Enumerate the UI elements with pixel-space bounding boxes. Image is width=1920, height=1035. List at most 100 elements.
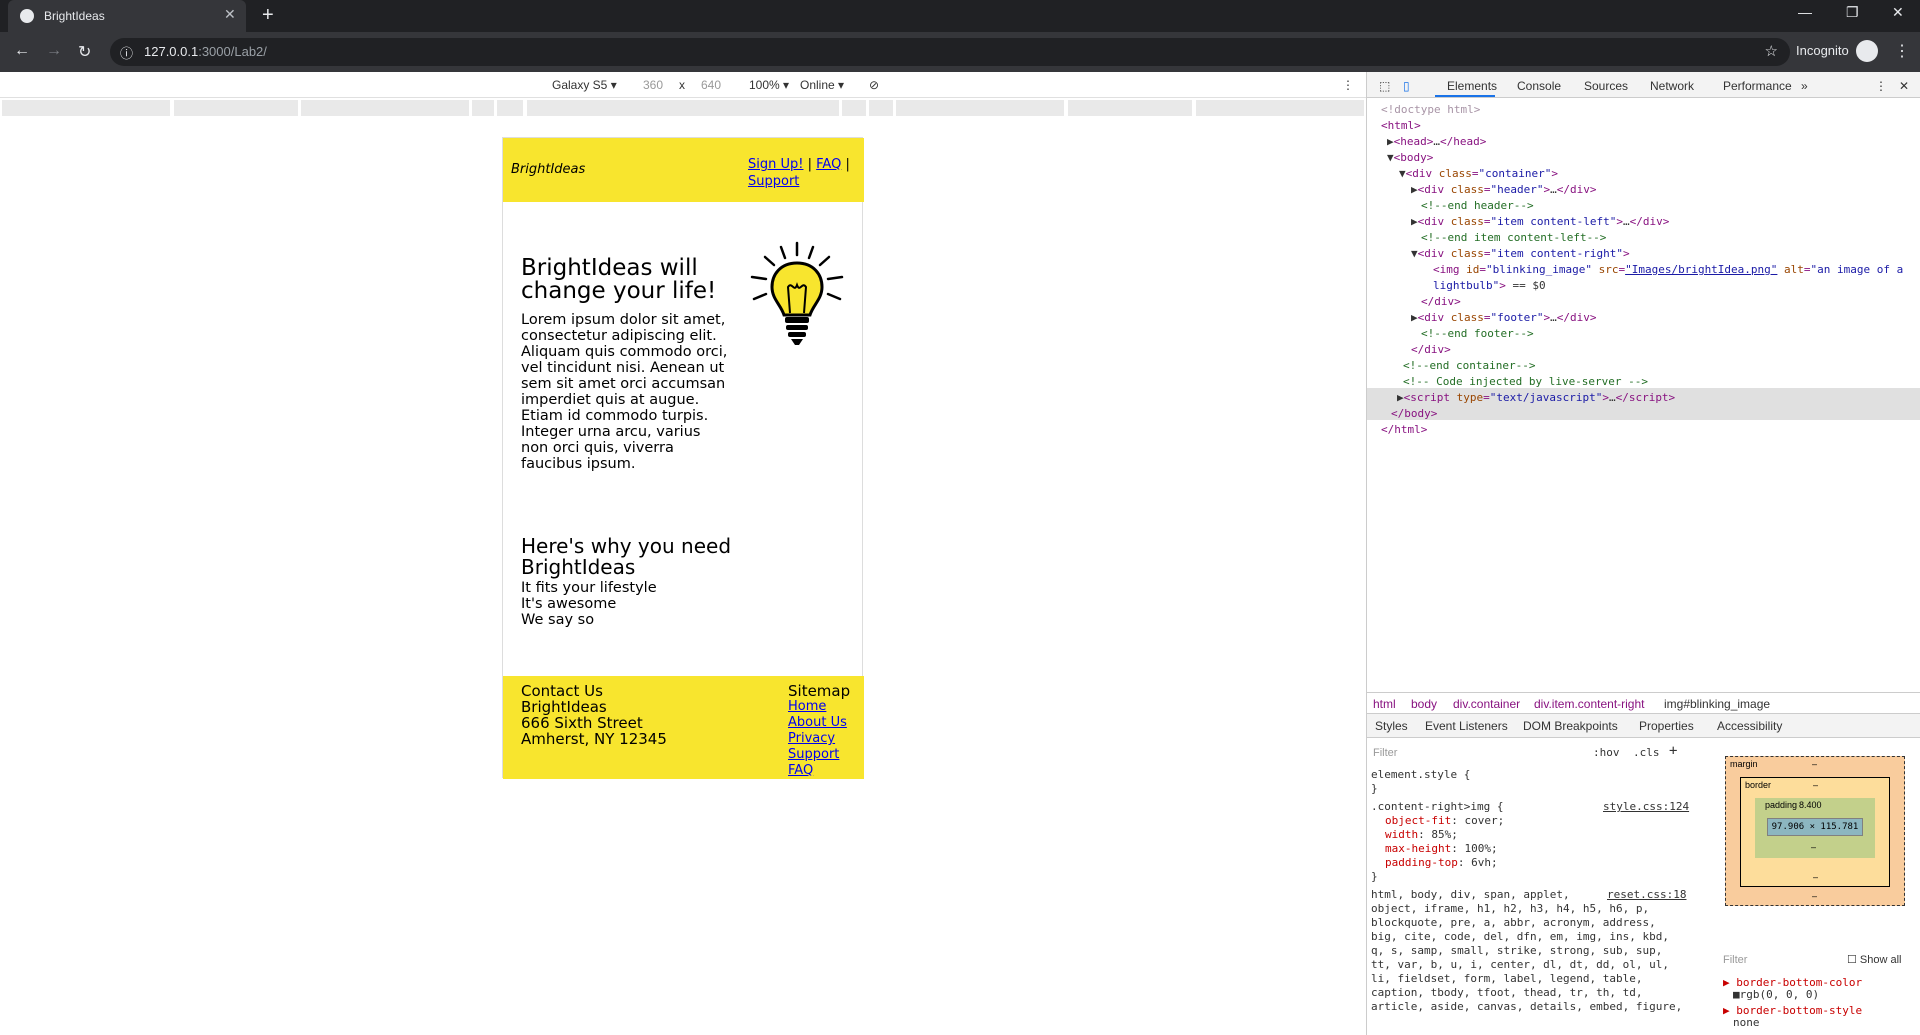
contact-line: 666 Sixth Street	[521, 714, 643, 732]
sitemap-link-about[interactable]: About Us	[788, 715, 850, 731]
tab-elements[interactable]: Elements	[1447, 79, 1497, 93]
subtab-event-listeners[interactable]: Event Listeners	[1425, 719, 1508, 733]
tab-sources[interactable]: Sources	[1584, 79, 1628, 93]
device-toolbar: Galaxy S5 ▾ 360 x 640 100% ▾ Online ▾ ⊘ …	[0, 72, 1366, 98]
devtools-menu-icon[interactable]: ⋮	[1875, 79, 1887, 93]
box-model-diagram: margin – border – padding 8.400 97.906 ×…	[1717, 744, 1920, 944]
reload-icon[interactable]: ↻	[78, 42, 91, 62]
crumb-html[interactable]: html	[1373, 697, 1396, 711]
sitemap-block: Sitemap Home About Us Privacy Support FA…	[788, 683, 850, 779]
hov-toggle[interactable]: :hov	[1593, 746, 1620, 760]
bookmark-star-icon[interactable]: ☆	[1765, 42, 1778, 60]
address-bar-row: ← → ↻ ⓘ 127.0.0.1:3000/Lab2/ ☆ Incognito…	[0, 32, 1920, 72]
computed-pane: Filter ☐ Show all ▶ border-bottom-color …	[1723, 954, 1902, 1029]
site-footer: Contact Us BrightIdeas 666 Sixth Street …	[503, 676, 864, 779]
tab-brightideas[interactable]: BrightIdeas ✕	[8, 0, 246, 32]
sitemap-link-home[interactable]: Home	[788, 699, 850, 715]
emulated-viewport: BrightIdeas Sign Up! | FAQ | Support Bri…	[502, 137, 864, 779]
width-field[interactable]: 360	[643, 78, 663, 92]
tab-network[interactable]: Network	[1650, 79, 1694, 93]
height-field[interactable]: 640	[701, 78, 721, 92]
why-item: It fits your lifestyle	[521, 580, 657, 596]
new-tab-button[interactable]: +	[262, 4, 274, 27]
box-border: border – padding 8.400 97.906 × 115.781 …	[1740, 777, 1890, 887]
subtab-accessibility[interactable]: Accessibility	[1717, 719, 1782, 733]
nav-sign-up[interactable]: Sign Up!	[748, 157, 803, 172]
incognito-label: Incognito	[1796, 43, 1849, 58]
info-icon[interactable]: ⓘ	[120, 43, 133, 62]
zoom-value: 100%	[749, 78, 780, 92]
border-bottom-value: –	[1813, 872, 1819, 882]
why-list: It fits your lifestyle It's awesome We s…	[521, 580, 657, 628]
sitemap-link-privacy[interactable]: Privacy	[788, 731, 850, 747]
crumb-body[interactable]: body	[1411, 697, 1437, 711]
restore-icon[interactable]: ❐	[1846, 4, 1859, 21]
device-mode-icon[interactable]: ▯	[1403, 79, 1410, 93]
device-options-icon[interactable]: ⋮	[1342, 78, 1354, 92]
minimize-icon[interactable]: —	[1798, 4, 1812, 20]
rotate-icon[interactable]: ⊘	[869, 78, 879, 92]
active-tab-indicator	[1435, 95, 1495, 97]
styles-filter-input[interactable]: Filter	[1373, 746, 1397, 760]
crumb-content-right[interactable]: div.item.content-right	[1534, 697, 1645, 711]
add-rule-icon[interactable]: +	[1669, 744, 1677, 758]
url-host: 127.0.0.1	[144, 44, 199, 59]
tab-title: BrightIdeas	[44, 9, 105, 23]
network-value: Online	[800, 78, 835, 92]
show-all-checkbox[interactable]: ☐ Show all	[1847, 954, 1902, 967]
lightbulb-image	[750, 241, 844, 345]
dom-tree[interactable]: <!doctype html> <html> ▶<head>…</head> ▼…	[1367, 102, 1920, 502]
margin-top-value: –	[1812, 759, 1818, 769]
tab-console[interactable]: Console	[1517, 79, 1561, 93]
margin-bottom-value: –	[1812, 891, 1818, 901]
site-nav: Sign Up! | FAQ | Support	[748, 157, 850, 189]
more-tabs-icon[interactable]: »	[1801, 79, 1808, 93]
styles-subtabs: Styles Event Listeners DOM Breakpoints P…	[1367, 714, 1920, 738]
sitemap-link-support[interactable]: Support	[788, 747, 850, 763]
subtab-styles[interactable]: Styles	[1375, 719, 1408, 733]
subtab-dom-breakpoints[interactable]: DOM Breakpoints	[1523, 719, 1618, 733]
inspect-icon[interactable]: ⬚	[1379, 79, 1390, 93]
network-select[interactable]: Online ▾	[800, 78, 844, 92]
url-text[interactable]: 127.0.0.1:3000/Lab2/	[144, 44, 267, 59]
padding-label: padding	[1765, 800, 1798, 810]
close-icon[interactable]: ✕	[224, 6, 236, 23]
zoom-select[interactable]: 100% ▾	[749, 78, 789, 92]
subtab-properties[interactable]: Properties	[1639, 719, 1694, 733]
crumb-container[interactable]: div.container	[1453, 697, 1520, 711]
media-query-ruler[interactable]	[0, 100, 1366, 116]
menu-icon[interactable]: ⋮	[1894, 41, 1910, 61]
cls-toggle[interactable]: .cls	[1633, 746, 1660, 760]
contact-line: Amherst, NY 12345	[521, 730, 667, 748]
lorem-paragraph: Lorem ipsum dolor sit amet, consectetur …	[521, 312, 728, 472]
nav-faq[interactable]: FAQ	[816, 157, 841, 172]
incognito-icon[interactable]	[1856, 40, 1878, 62]
globe-icon	[20, 9, 34, 23]
padding-bottom-value: –	[1811, 842, 1817, 852]
device-select[interactable]: Galaxy S5 ▾	[552, 78, 617, 92]
box-margin: margin – border – padding 8.400 97.906 ×…	[1725, 756, 1905, 906]
border-top-value: –	[1813, 780, 1819, 790]
nav-support[interactable]: Support	[748, 174, 799, 189]
back-icon[interactable]: ←	[14, 42, 30, 60]
devtools-close-icon[interactable]: ✕	[1899, 79, 1909, 93]
address-bar[interactable]: ⓘ 127.0.0.1:3000/Lab2/ ☆	[110, 38, 1790, 66]
border-label: border	[1745, 780, 1772, 790]
contact-title: Contact Us	[521, 682, 603, 700]
forward-icon[interactable]: →	[46, 42, 62, 60]
show-all-label: Show all	[1859, 954, 1902, 966]
sitemap-link-faq[interactable]: FAQ	[788, 763, 850, 779]
devtools-panel: ⬚ ▯ Elements Console Sources Network Per…	[1366, 72, 1920, 1035]
url-path: :3000/Lab2/	[198, 44, 267, 59]
main-heading: BrightIdeas will change your life!	[521, 255, 717, 304]
tab-performance[interactable]: Performance	[1723, 79, 1792, 93]
contact-block: Contact Us BrightIdeas 666 Sixth Street …	[521, 683, 667, 747]
close-window-icon[interactable]: ✕	[1892, 4, 1904, 21]
styles-pane: Filter :hov .cls + element.style { } .co…	[1371, 743, 1690, 1013]
margin-label: margin	[1730, 759, 1758, 769]
crumb-img[interactable]: img#blinking_image	[1664, 697, 1770, 711]
site-header: BrightIdeas Sign Up! | FAQ | Support	[503, 138, 864, 202]
computed-filter-input[interactable]: Filter	[1723, 954, 1747, 967]
box-padding: padding 8.400 97.906 × 115.781 –	[1755, 798, 1875, 858]
why-item: It's awesome	[521, 596, 617, 612]
